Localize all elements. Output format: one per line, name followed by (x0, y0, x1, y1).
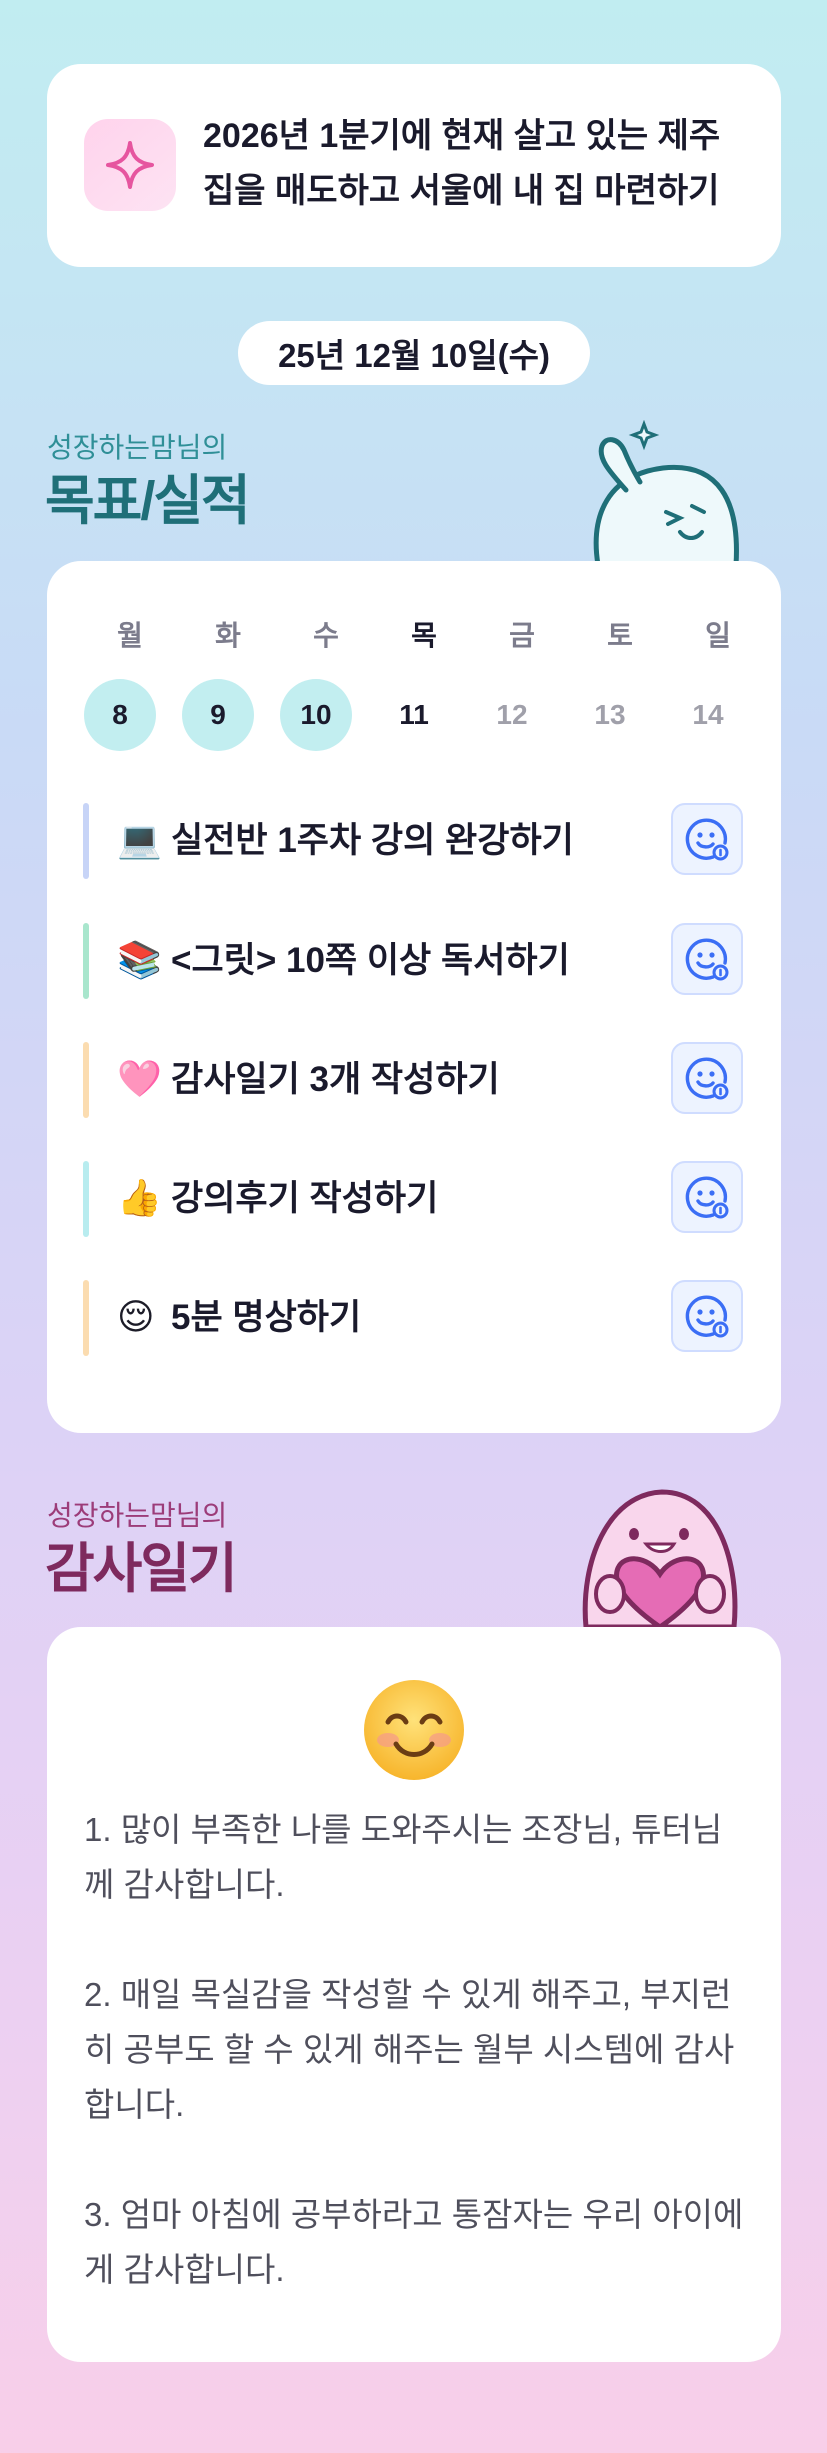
day-button-today[interactable]: 11 (378, 679, 450, 751)
task-label: 감사일기 3개 작성하기 (171, 1060, 500, 1099)
task-label: 5분 명상하기 (171, 1298, 362, 1337)
goals-section-title: 목표/실적 (45, 471, 251, 531)
task-label: 실전반 1주차 강의 완강하기 (171, 821, 574, 860)
add-reaction-button[interactable] (671, 1280, 743, 1352)
task-emoji-icon: 💻 (117, 820, 162, 861)
heart-mascot-icon (568, 1482, 748, 1632)
goal-text: 2026년 1분기에 현재 살고 있는 제주 집을 매도하고 서울에 내 집 마… (203, 117, 721, 210)
task-item[interactable]: 😌 5분 명상하기 (83, 1280, 743, 1356)
smile-face-add-icon (683, 1054, 731, 1102)
waving-mascot-icon (568, 419, 748, 570)
weekday-label: 월 (117, 620, 143, 651)
task-item[interactable]: 📚 <그릿> 10쪽 이상 독서하기 (83, 923, 743, 999)
task-color-bar (83, 1042, 89, 1118)
gratitude-diary-card: 1. 많이 부족한 나를 도와주시는 조장님, 튜터님께 감사합니다. 2. 매… (47, 1627, 781, 2362)
task-item[interactable]: 👍 강의후기 작성하기 (83, 1161, 743, 1237)
day-button[interactable]: 10 (280, 679, 352, 751)
add-reaction-button[interactable] (671, 923, 743, 995)
task-item[interactable]: 🩷 감사일기 3개 작성하기 (83, 1042, 743, 1118)
weekday-label: 목 (411, 620, 437, 651)
weekday-label: 화 (215, 620, 241, 651)
weekly-goals-card: 월 화 수 목 금 토 일 8 9 10 11 12 13 14 💻 실전반 1주… (47, 561, 781, 1433)
diary-entry: 2. 매일 목실감을 작성할 수 있게 해주고, 부지런히 공부도 할 수 있게… (84, 1976, 735, 2123)
task-color-bar (83, 1161, 89, 1237)
weekday-label: 토 (607, 620, 633, 651)
task-color-bar (83, 1280, 89, 1356)
add-reaction-button[interactable] (671, 803, 743, 875)
date-badge: 25년 12월 10일(수) (238, 321, 590, 385)
smile-face-add-icon (683, 935, 731, 983)
weekday-label: 수 (313, 620, 339, 651)
add-reaction-button[interactable] (671, 1161, 743, 1233)
task-item[interactable]: 💻 실전반 1주차 강의 완강하기 (83, 803, 743, 879)
diary-entries: 1. 많이 부족한 나를 도와주시는 조장님, 튜터님께 감사합니다. 2. 매… (84, 1802, 744, 2297)
task-color-bar (83, 923, 89, 999)
day-button[interactable]: 14 (672, 679, 744, 751)
task-label: <그릿> 10쪽 이상 독서하기 (171, 941, 570, 980)
goal-card: 2026년 1분기에 현재 살고 있는 제주 집을 매도하고 서울에 내 집 마… (47, 64, 781, 267)
diary-section-title: 감사일기 (45, 1539, 238, 1599)
add-reaction-button[interactable] (671, 1042, 743, 1114)
sparkle-icon (84, 119, 176, 211)
task-color-bar (83, 803, 89, 879)
task-label: 강의후기 작성하기 (171, 1179, 439, 1218)
weekday-label: 일 (705, 620, 731, 651)
smiling-face-icon (360, 1676, 468, 1789)
task-emoji-icon: 🩷 (117, 1059, 162, 1100)
smile-face-add-icon (683, 1173, 731, 1221)
task-emoji-icon: 😌 (117, 1297, 155, 1338)
weekday-label: 금 (509, 620, 535, 651)
day-button[interactable]: 13 (574, 679, 646, 751)
task-emoji-icon: 👍 (117, 1178, 162, 1219)
day-button[interactable]: 9 (182, 679, 254, 751)
smile-face-add-icon (683, 815, 731, 863)
diary-entry: 3. 엄마 아침에 공부하라고 통잠자는 우리 아이에게 감사합니다. (84, 2196, 744, 2288)
day-button[interactable]: 12 (476, 679, 548, 751)
task-emoji-icon: 📚 (117, 940, 162, 981)
smile-face-add-icon (683, 1292, 731, 1340)
diary-entry: 1. 많이 부족한 나를 도와주시는 조장님, 튜터님께 감사합니다. (84, 1811, 723, 1903)
day-button[interactable]: 8 (84, 679, 156, 751)
